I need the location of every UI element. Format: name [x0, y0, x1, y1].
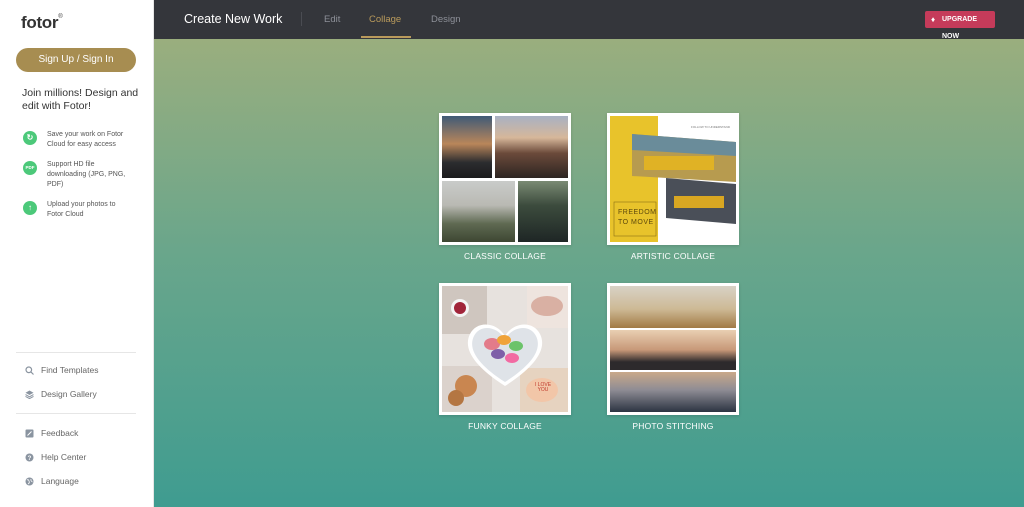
classic-collage-card[interactable]: [439, 113, 571, 245]
photo-hill-silhouette: [610, 330, 736, 370]
photo-stitching-preview: [610, 286, 736, 412]
nav-label: Feedback: [41, 428, 79, 438]
find-templates-link[interactable]: Find Templates: [25, 365, 98, 375]
feedback-link[interactable]: Feedback: [25, 428, 78, 438]
poster-text: FREEDOM TO MOVE: [618, 209, 657, 226]
sidebar: fotor® Sign Up / Sign In Join millions! …: [0, 0, 154, 507]
funky-collage-label[interactable]: FUNKY COLLAGE: [420, 421, 590, 431]
main-canvas: CLASSIC COLLAGE FOLLOW TO UNDERSTAND FRE…: [154, 39, 1024, 507]
top-bar: Create New Work Edit Collage Design ♦ UP…: [154, 0, 1024, 40]
refresh-icon: ↻: [23, 131, 37, 145]
photo-portrait: [518, 181, 568, 242]
feature-hd-download: PDF Support HD file downloading (JPG, PN…: [23, 160, 133, 190]
design-gallery-link[interactable]: Design Gallery: [25, 389, 97, 399]
tab-edit[interactable]: Edit: [324, 14, 340, 25]
photo-stitching-card[interactable]: [607, 283, 739, 415]
active-tab-indicator: [361, 36, 411, 38]
photo-stitching-label[interactable]: PHOTO STITCHING: [588, 421, 758, 431]
divider: [16, 352, 136, 353]
language-link[interactable]: Language: [25, 476, 79, 486]
logo-text: fotor: [21, 13, 59, 32]
photo-beach-walk: [495, 116, 568, 178]
feature-text: Support HD file downloading (JPG, PNG, P…: [47, 161, 126, 188]
artistic-collage-preview: FOLLOW TO UNDERSTAND FREEDOM TO MOVE: [610, 116, 736, 242]
nav-label: Help Center: [41, 452, 87, 462]
svg-text:?: ?: [28, 455, 32, 461]
funky-collage-card[interactable]: I LOVE YOU: [439, 283, 571, 415]
registered-mark: ®: [58, 14, 63, 21]
funky-photos: [442, 286, 568, 412]
diamond-icon: ♦: [931, 15, 936, 24]
photo-photographer: [442, 181, 515, 242]
nav-label: Language: [41, 476, 79, 486]
artistic-collage-card[interactable]: FOLLOW TO UNDERSTAND FREEDOM TO MOVE: [607, 113, 739, 245]
tagline: Join millions! Design and edit with Foto…: [22, 87, 139, 112]
divider: [16, 413, 136, 414]
feature-upload: ↑ Upload your photos to Fotor Cloud: [23, 200, 133, 220]
help-icon: ?: [25, 453, 34, 462]
page-title: Create New Work: [184, 12, 283, 26]
classic-collage-preview: [442, 116, 568, 242]
globe-icon: [25, 477, 34, 486]
photo-field: [610, 286, 736, 328]
feature-text: Save your work on Fotor Cloud for easy a…: [47, 131, 124, 148]
heart-text: I LOVE YOU: [534, 382, 552, 393]
pdf-icon: PDF: [23, 161, 37, 175]
upload-icon: ↑: [23, 201, 37, 215]
upgrade-label: UPGRADE NOW: [942, 16, 978, 40]
tab-collage[interactable]: Collage: [369, 14, 401, 25]
photo-sunset-jump: [442, 116, 492, 178]
search-icon: [25, 365, 34, 375]
artistic-collage-label[interactable]: ARTISTIC COLLAGE: [588, 251, 758, 261]
nav-label: Design Gallery: [41, 389, 97, 399]
fotor-logo[interactable]: fotor®: [21, 13, 63, 33]
feature-cloud-save: ↻ Save your work on Fotor Cloud for easy…: [23, 130, 133, 150]
help-center-link[interactable]: ? Help Center: [25, 452, 86, 462]
nav-label: Find Templates: [41, 365, 99, 375]
sign-up-button[interactable]: Sign Up / Sign In: [16, 48, 136, 72]
upgrade-now-button[interactable]: ♦ UPGRADE NOW: [925, 11, 995, 40]
classic-collage-label[interactable]: CLASSIC COLLAGE: [420, 251, 590, 261]
funky-collage-preview: I LOVE YOU: [442, 286, 568, 412]
layers-icon: [25, 390, 34, 399]
feedback-icon: [25, 429, 34, 438]
title-divider: [301, 12, 302, 26]
poster-caption: FOLLOW TO UNDERSTAND: [690, 125, 730, 129]
tab-design[interactable]: Design: [431, 14, 461, 25]
feature-text: Upload your photos to Fotor Cloud: [47, 201, 116, 218]
photo-boat-lake: [610, 372, 736, 412]
